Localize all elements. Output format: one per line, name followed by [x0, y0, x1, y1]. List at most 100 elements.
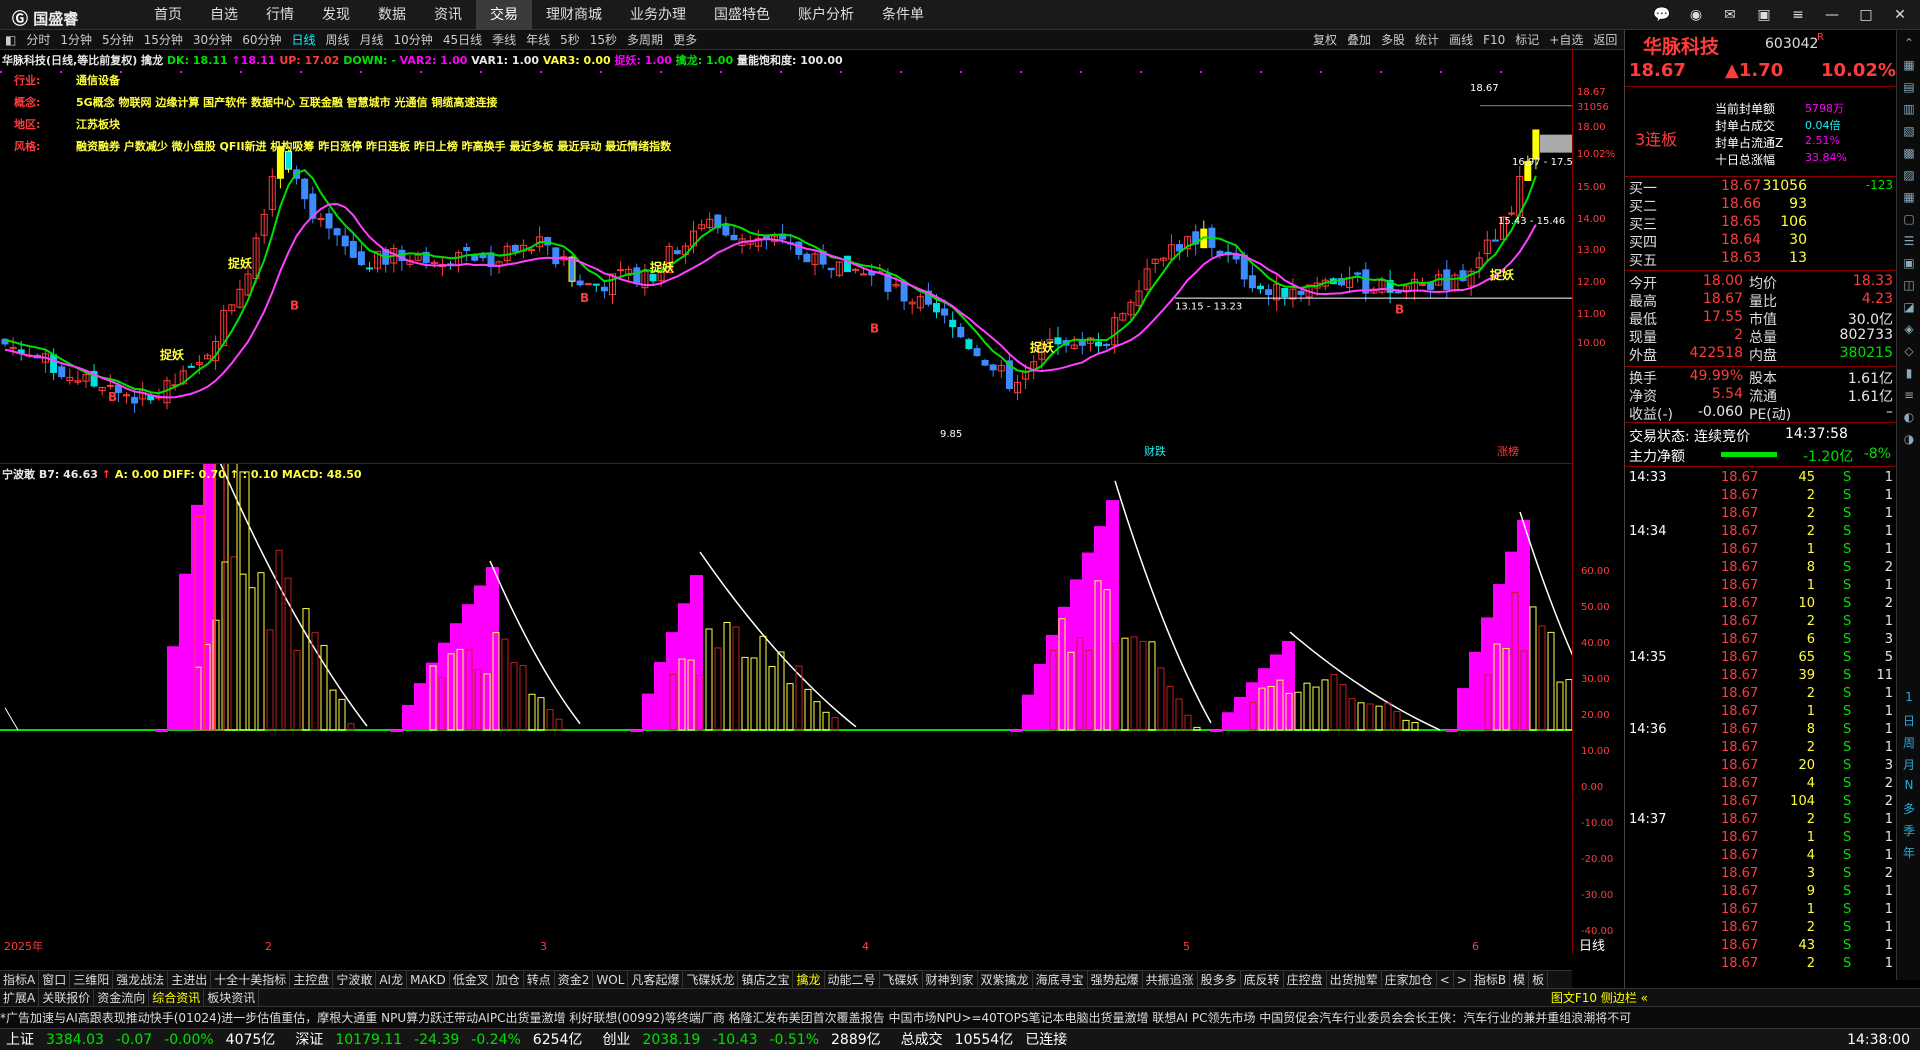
side-tool-icon[interactable]: ▧	[1900, 124, 1918, 142]
info-tab-3[interactable]: 综合资讯	[149, 989, 205, 1007]
indicator-tab-9[interactable]: MAKD	[407, 971, 450, 989]
side-tool-icon[interactable]: ▣	[1900, 256, 1918, 274]
menu-item-0[interactable]: 首页	[140, 0, 196, 30]
tool-2[interactable]: 多股	[1376, 30, 1410, 50]
side-tool-icon[interactable]: ▤	[1900, 80, 1918, 98]
index-name[interactable]: 创业	[596, 1029, 636, 1050]
indicator-tab-13[interactable]: 资金2	[555, 971, 594, 989]
side-period-2[interactable]: 周	[1900, 734, 1918, 752]
indicator-tab-6[interactable]: 主控盘	[290, 971, 334, 989]
period-4[interactable]: 30分钟	[188, 30, 237, 50]
menu-item-10[interactable]: 账户分析	[784, 0, 868, 30]
indicator-tab-30[interactable]: 庄家加仓	[1382, 971, 1437, 989]
side-tool-icon[interactable]: ◐	[1900, 410, 1918, 428]
indicator-tab-17[interactable]: 镇店之宝	[738, 971, 794, 989]
chat-icon[interactable]: 💬	[1650, 4, 1674, 26]
skin-icon[interactable]: ▣	[1752, 4, 1776, 26]
period-3[interactable]: 15分钟	[139, 30, 188, 50]
period-13[interactable]: 5秒	[555, 30, 585, 50]
period-9[interactable]: 10分钟	[389, 30, 438, 50]
side-period-0[interactable]: 1	[1900, 690, 1918, 708]
menu-item-3[interactable]: 发现	[308, 0, 364, 30]
indicator-tab-10[interactable]: 低金叉	[450, 971, 493, 989]
tool-8[interactable]: 返回	[1588, 30, 1622, 50]
period-1[interactable]: 1分钟	[55, 30, 97, 50]
indicator-tab-16[interactable]: 飞碟妖龙	[683, 971, 739, 989]
side-period-7[interactable]: 年	[1900, 844, 1918, 862]
ticker-text[interactable]: *广告加速与AI高跟表现推动快手(01024)进一步估值重估，摩根大通重 NPU…	[0, 1011, 1631, 1025]
indicator-tab-12[interactable]: 转点	[524, 971, 555, 989]
info-tab-1[interactable]: 关联报价	[39, 989, 95, 1007]
indicator-tab-35[interactable]: 板	[1529, 971, 1549, 989]
tool-6[interactable]: 标记	[1510, 30, 1544, 50]
tool-7[interactable]: +自选	[1544, 30, 1588, 50]
side-tool-icon[interactable]: ▩	[1900, 146, 1918, 164]
tool-1[interactable]: 叠加	[1342, 30, 1376, 50]
side-tool-icon[interactable]: ◈	[1900, 322, 1918, 340]
index-name[interactable]: 上证	[0, 1029, 40, 1050]
side-tool-icon[interactable]: ▦	[1900, 190, 1918, 208]
index-name[interactable]: 深证	[289, 1029, 329, 1050]
indicator-tab-19[interactable]: 动能二号	[825, 971, 880, 989]
indicator-tab-24[interactable]: 强势起爆	[1088, 971, 1143, 989]
side-tool-icon[interactable]: ◫	[1900, 278, 1918, 296]
side-panel-toggle[interactable]: 图文F10 侧边栏 «	[1551, 989, 1648, 1007]
period-11[interactable]: 季线	[487, 30, 521, 50]
indicator-tab-15[interactable]: 凡客起爆	[628, 971, 684, 989]
indicator-tab-29[interactable]: 出货抛荤	[1327, 971, 1382, 989]
menu-item-7[interactable]: 理财商城	[532, 0, 616, 30]
period-7[interactable]: 周线	[321, 30, 355, 50]
period-8[interactable]: 月线	[355, 30, 389, 50]
indicator-tab-18[interactable]: 擒龙	[793, 971, 825, 989]
info-tab-2[interactable]: 资金流向	[94, 989, 150, 1007]
indicator-tab-8[interactable]: AI龙	[376, 971, 408, 989]
indicator-tab-20[interactable]: 飞碟妖	[880, 971, 923, 989]
side-period-5[interactable]: 多	[1900, 800, 1918, 818]
side-period-6[interactable]: 季	[1900, 822, 1918, 840]
menu-item-5[interactable]: 资讯	[420, 0, 476, 30]
side-tool-icon[interactable]: ▦	[1900, 58, 1918, 76]
info-tab-4[interactable]: 板块资讯	[204, 989, 260, 1007]
indicator-tab-26[interactable]: 股多多	[1198, 971, 1241, 989]
period-10[interactable]: 45日线	[438, 30, 487, 50]
indicator-tab-1[interactable]: 窗口	[39, 971, 71, 989]
tool-5[interactable]: F10	[1478, 30, 1510, 50]
indicator-tab-23[interactable]: 海底寻宝	[1033, 971, 1088, 989]
indicator-tab-7[interactable]: 宁波敢	[333, 971, 377, 989]
maximize-icon[interactable]: □	[1854, 4, 1878, 26]
indicator-tab-28[interactable]: 庄控盘	[1284, 971, 1327, 989]
tool-4[interactable]: 画线	[1444, 30, 1478, 50]
menu-item-9[interactable]: 国盛特色	[700, 0, 784, 30]
menu-item-11[interactable]: 条件单	[868, 0, 938, 30]
side-tool-icon[interactable]: ◇	[1900, 344, 1918, 362]
close-icon[interactable]: ✕	[1888, 4, 1912, 26]
period-0[interactable]: 分时	[21, 30, 55, 50]
indicator-tab-11[interactable]: 加仓	[493, 971, 524, 989]
news-ticker[interactable]: *广告加速与AI高跟表现推动快手(01024)进一步估值重估，摩根大通重 NPU…	[0, 1006, 1920, 1028]
indicator-tab-3[interactable]: 强龙战法	[113, 971, 169, 989]
indicator-tab-33[interactable]: 指标B	[1471, 971, 1511, 989]
side-tool-icon[interactable]: ▮	[1900, 366, 1918, 384]
info-tab-0[interactable]: 扩展A	[0, 989, 40, 1007]
menu-item-4[interactable]: 数据	[364, 0, 420, 30]
menu-icon[interactable]: ≡	[1786, 4, 1810, 26]
user-icon[interactable]: ◉	[1684, 4, 1708, 26]
main-kline-chart[interactable]: 捉妖捉妖捉妖捉妖捉妖BBBBB18.679.8516.97 - 17.5515.…	[0, 50, 1579, 464]
side-tool-icon[interactable]: ⌃	[1900, 36, 1918, 54]
indicator-tab-14[interactable]: WOL	[593, 971, 629, 989]
period-12[interactable]: 年线	[521, 30, 555, 50]
side-tool-icon[interactable]: ▨	[1900, 168, 1918, 186]
indicator-tab-31[interactable]: <	[1437, 971, 1454, 989]
period-14[interactable]: 15秒	[585, 30, 622, 50]
indicator-tab-34[interactable]: 模	[1510, 971, 1530, 989]
side-tool-icon[interactable]: ◑	[1900, 432, 1918, 450]
side-period-1[interactable]: 日	[1900, 712, 1918, 730]
side-tool-icon[interactable]: ◪	[1900, 300, 1918, 318]
period-6[interactable]: 日线	[286, 30, 320, 50]
indicator-tab-21[interactable]: 财神到家	[923, 971, 978, 989]
menu-item-1[interactable]: 自选	[196, 0, 252, 30]
period-16[interactable]: 更多	[668, 30, 702, 50]
side-tool-icon[interactable]: ▢	[1900, 212, 1918, 230]
indicator-name[interactable]: 擒龙	[141, 54, 163, 67]
indicator-tab-27[interactable]: 底反转	[1241, 971, 1284, 989]
